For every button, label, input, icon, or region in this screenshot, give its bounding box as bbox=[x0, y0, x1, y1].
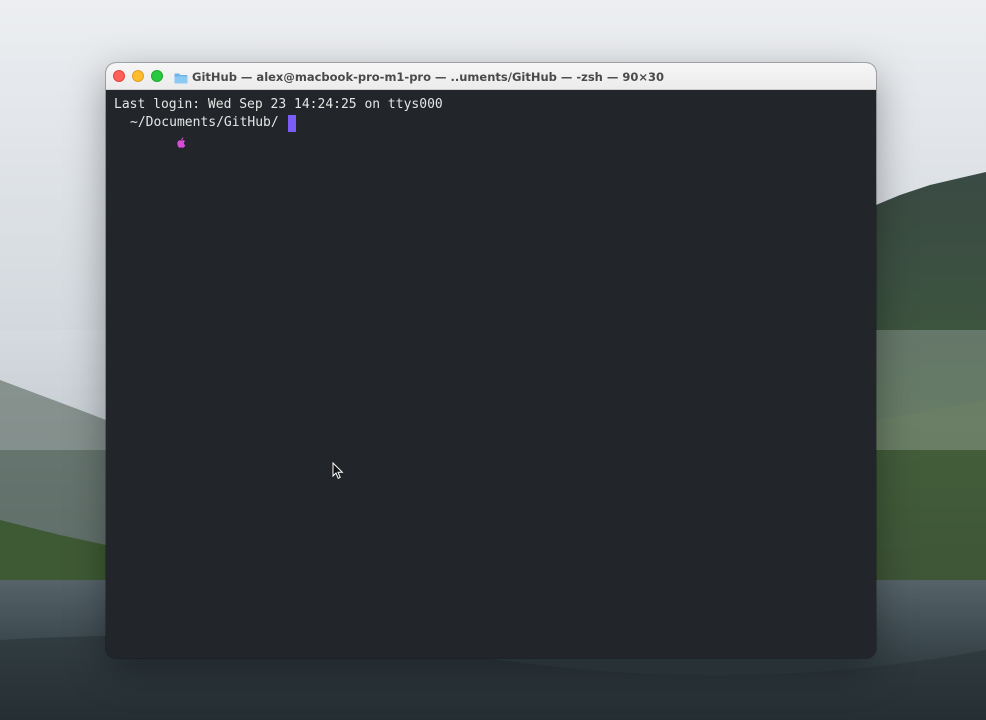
terminal-window[interactable]: GitHub — alex@macbook-pro-m1-pro — ..ume… bbox=[106, 63, 876, 658]
minimize-button[interactable] bbox=[132, 70, 144, 82]
window-title: GitHub — alex@macbook-pro-m1-pro — ..ume… bbox=[192, 69, 665, 84]
text-cursor bbox=[287, 114, 296, 132]
mouse-pointer-icon bbox=[332, 462, 344, 479]
apple-icon bbox=[114, 118, 185, 148]
folder-icon bbox=[174, 71, 188, 84]
window-title-group: GitHub — alex@macbook-pro-m1-pro — ..ume… bbox=[174, 63, 664, 90]
zoom-button[interactable] bbox=[151, 70, 163, 82]
close-button[interactable] bbox=[113, 70, 125, 82]
terminal-output-area[interactable]: Last login: Wed Sep 23 14:24:25 on ttys0… bbox=[106, 90, 876, 658]
window-titlebar[interactable]: GitHub — alex@macbook-pro-m1-pro — ..ume… bbox=[106, 63, 876, 90]
window-controls bbox=[113, 70, 163, 82]
prompt-line[interactable]: ~/Documents/GitHub/ bbox=[114, 114, 868, 148]
prompt-path: ~/Documents/GitHub/ bbox=[130, 115, 279, 130]
last-login-line: Last login: Wed Sep 23 14:24:25 on ttys0… bbox=[114, 97, 443, 112]
